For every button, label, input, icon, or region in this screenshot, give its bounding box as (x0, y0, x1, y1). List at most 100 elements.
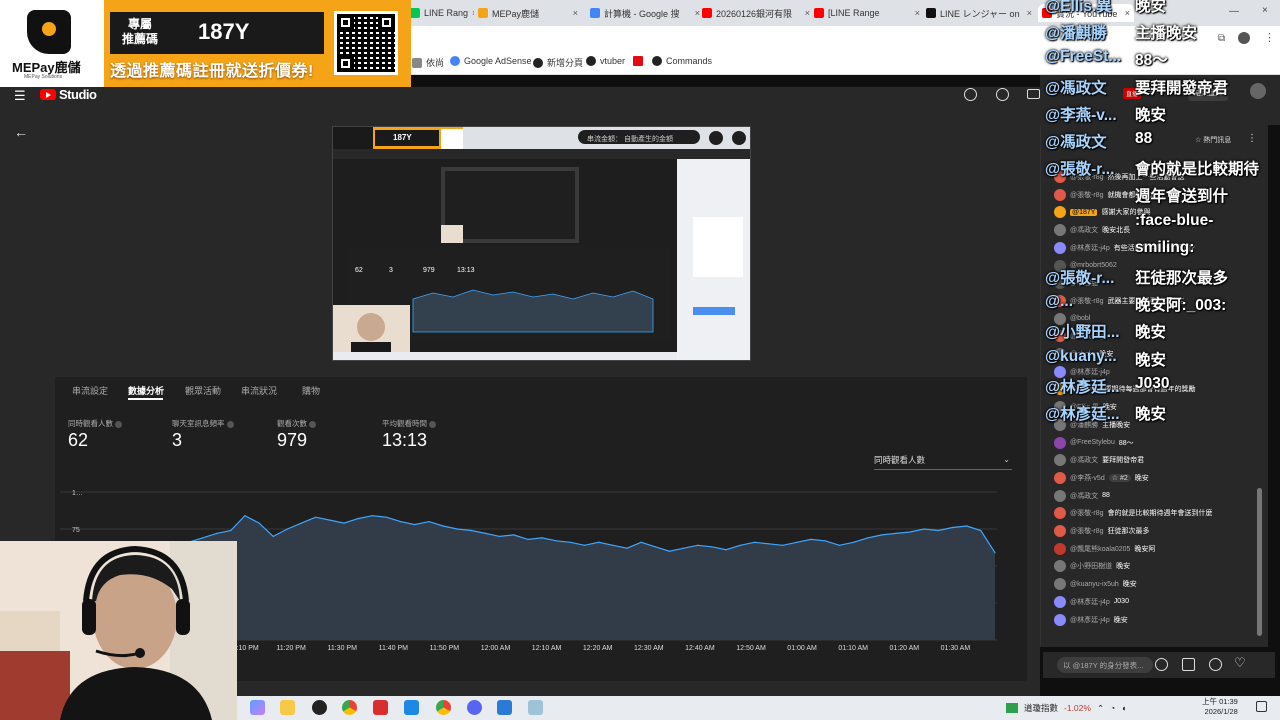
data-point[interactable] (725, 549, 727, 551)
data-point[interactable] (414, 524, 416, 526)
obs-icon[interactable] (312, 700, 327, 715)
chat-message[interactable]: @kuanyu-ix5uh 晚安 (1054, 577, 1137, 591)
data-point[interactable] (739, 544, 741, 546)
browser-tab[interactable]: LINE Rang× (410, 4, 474, 22)
data-point[interactable] (895, 532, 897, 534)
wps-icon[interactable] (373, 700, 388, 715)
data-point[interactable] (598, 541, 600, 543)
data-point[interactable] (838, 544, 840, 546)
notification-icon[interactable] (1256, 701, 1267, 712)
chat-mode-select[interactable]: ☆ 熱門訊息 (1195, 135, 1231, 145)
chevron-up-icon[interactable]: ⌃ (1097, 703, 1104, 714)
tab-audience-activity[interactable]: 觀眾活動 (185, 384, 221, 397)
data-point[interactable] (683, 547, 685, 549)
chat-message[interactable]: @張敬-r8g 狂徒那次最多 (1054, 524, 1150, 538)
close-icon[interactable]: × (1027, 8, 1032, 18)
calendar-icon[interactable] (1027, 89, 1040, 99)
more-icon[interactable]: ⋮ (1264, 31, 1275, 44)
browser-tab[interactable]: MEPay鹿儲 × (478, 4, 578, 22)
data-point[interactable] (513, 534, 515, 536)
data-point[interactable] (272, 535, 274, 537)
data-point[interactable] (286, 528, 288, 530)
data-point[interactable] (909, 531, 911, 533)
chat-author[interactable]: @林彥廷-j4p (1070, 243, 1110, 253)
folder-icon[interactable] (280, 700, 295, 715)
data-point[interactable] (796, 541, 798, 543)
data-point[interactable] (654, 546, 656, 548)
chat-author[interactable]: @張敬-r8g (1070, 508, 1104, 518)
minimize-icon[interactable]: — (1229, 6, 1239, 17)
data-point[interactable] (216, 532, 218, 534)
chat-message[interactable]: @飄尾熊koala0205 晚安阿 (1054, 542, 1155, 556)
studio-logo[interactable]: Studio (40, 87, 97, 102)
super-chat-icon[interactable] (1182, 658, 1195, 671)
stock-widget[interactable]: 道瓊指數 (1024, 702, 1058, 714)
data-point[interactable] (527, 538, 529, 540)
chat-scrollbar[interactable] (1257, 488, 1262, 636)
chat-message[interactable]: @FreeStylebu 88～ (1054, 436, 1134, 450)
data-point[interactable] (357, 518, 359, 520)
chat-author[interactable]: @kuanyu-ix5uh (1070, 581, 1119, 588)
chat-message[interactable]: @李燕-v5d ☆ #2 晚安 (1054, 471, 1149, 485)
bookmark[interactable]: Google AdSense (450, 56, 532, 66)
close-icon[interactable]: × (805, 8, 810, 18)
data-point[interactable] (640, 541, 642, 543)
chat-author[interactable]: @FreeStylebu (1070, 439, 1115, 446)
close-icon[interactable]: × (573, 8, 578, 18)
window-close-icon[interactable]: × (1262, 5, 1268, 16)
chat-author[interactable]: @馮政文 (1070, 491, 1098, 501)
data-point[interactable] (626, 547, 628, 549)
volume-icon[interactable]: ◖ (1121, 703, 1126, 713)
data-point[interactable] (569, 541, 571, 543)
back-arrow-icon[interactable]: ← (14, 124, 28, 140)
bookmark[interactable]: vtuber (586, 56, 625, 66)
data-point[interactable] (300, 522, 303, 524)
data-point[interactable] (782, 544, 784, 546)
channel-avatar[interactable] (1250, 83, 1266, 99)
bookmark[interactable]: 依尚 (412, 56, 444, 69)
app-icon[interactable] (528, 700, 543, 715)
chat-author[interactable]: @李燕-v5d (1070, 473, 1105, 483)
tab-stream-settings[interactable]: 串流設定 (72, 384, 108, 397)
data-point[interactable] (937, 529, 940, 532)
data-point[interactable] (966, 525, 968, 527)
add-icon[interactable] (1209, 658, 1222, 671)
bookmark[interactable]: Commands (652, 56, 712, 66)
browser-tab[interactable]: 計算機 - Google 搜 × (590, 4, 700, 22)
data-point[interactable] (329, 519, 331, 521)
more-icon[interactable]: ⋮ (1247, 133, 1257, 144)
emoji-icon[interactable] (1155, 658, 1168, 671)
bookmark[interactable] (633, 56, 643, 66)
browser-tab[interactable]: LINE レンジャー on × (926, 4, 1032, 22)
chat-message[interactable]: @馮政文 要拜開發帝君 (1054, 453, 1144, 467)
chat-message[interactable]: @馮政文 晚安北長 (1054, 223, 1130, 237)
wifi-icon[interactable]: ◔ (1110, 703, 1115, 713)
metric-dropdown[interactable]: 同時觀看人數 ⌄ (874, 454, 1012, 470)
data-point[interactable] (867, 537, 869, 539)
data-point[interactable] (371, 515, 373, 517)
data-point[interactable] (442, 525, 444, 527)
help-icon[interactable] (115, 420, 122, 428)
data-point[interactable] (201, 537, 204, 539)
chrome-icon[interactable] (342, 700, 357, 715)
chat-message[interactable]: @馮政文 88 (1054, 489, 1110, 503)
copilot-icon[interactable] (250, 700, 265, 715)
browser-tab[interactable]: [LINE Range × (814, 4, 920, 22)
data-point[interactable] (768, 543, 770, 545)
chat-author[interactable]: @張敬-r8g (1070, 526, 1104, 536)
app-icon[interactable] (404, 700, 419, 715)
data-point[interactable] (555, 540, 557, 542)
data-point[interactable] (385, 516, 387, 518)
discord-icon[interactable] (467, 700, 482, 715)
bookmark[interactable]: 新增分頁 (533, 56, 583, 69)
close-icon[interactable]: × (472, 8, 474, 18)
data-point[interactable] (711, 546, 713, 548)
chat-author[interactable]: @馮政文 (1070, 455, 1098, 465)
data-point[interactable] (499, 535, 501, 537)
chat-input[interactable]: 以 @187Y 的身分發表... (1057, 657, 1153, 673)
clock[interactable]: 上午 01:39 2026/1/28 (1202, 697, 1238, 717)
monetization-icon[interactable] (996, 88, 1009, 101)
data-point[interactable] (470, 529, 472, 532)
data-point[interactable] (852, 541, 855, 543)
data-point[interactable] (810, 538, 812, 540)
